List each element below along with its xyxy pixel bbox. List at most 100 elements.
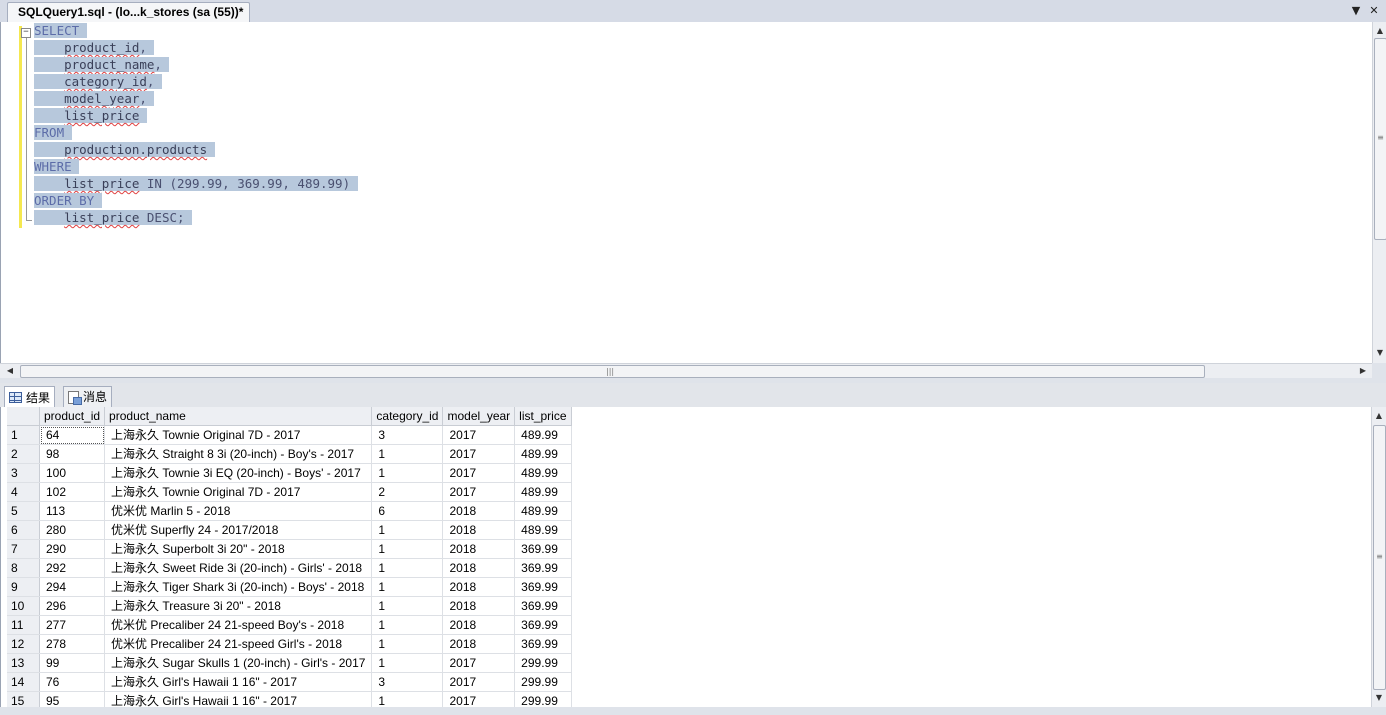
- results-grid[interactable]: product_id product_name category_id mode…: [0, 407, 1386, 715]
- row-number-cell[interactable]: 9: [7, 577, 40, 597]
- table-row[interactable]: 13 99 上海永久 Sugar Skulls 1 (20-inch) - Girl…: [7, 653, 573, 673]
- table-row[interactable]: 11 277 优米优 Precaliber 24 21-speed Boy's - …: [7, 615, 573, 635]
- category-id-cell[interactable]: 3: [371, 672, 444, 692]
- product-id-cell[interactable]: 278: [39, 634, 106, 654]
- category-id-cell[interactable]: 1: [371, 634, 444, 654]
- scrollbar-thumb[interactable]: ≡: [1374, 38, 1386, 240]
- category-id-cell[interactable]: 1: [371, 653, 444, 673]
- product-name-cell[interactable]: 上海永久 Superbolt 3i 20" - 2018: [104, 539, 373, 559]
- row-number-cell[interactable]: 6: [7, 520, 40, 540]
- scroll-up-icon[interactable]: ▲: [1372, 409, 1386, 423]
- table-row[interactable]: 14 76 上海永久 Girl's Hawaii 1 16" - 2017 3 2017…: [7, 672, 573, 692]
- product-name-cell[interactable]: 优米优 Precaliber 24 21-speed Girl's - 2018: [104, 634, 373, 654]
- column-header[interactable]: product_name: [104, 407, 373, 426]
- list-price-cell[interactable]: 489.99: [514, 425, 573, 445]
- category-id-cell[interactable]: 1: [371, 444, 444, 464]
- product-id-cell[interactable]: 98: [39, 444, 106, 464]
- code-line[interactable]: list_price: [34, 107, 358, 124]
- model-year-cell[interactable]: 2018: [442, 596, 516, 616]
- table-row[interactable]: 10 296 上海永久 Treasure 3i 20" - 2018 1 2018 369…: [7, 596, 573, 616]
- code-line[interactable]: list_price DESC;: [34, 209, 358, 226]
- code-line[interactable]: product_name,: [34, 56, 358, 73]
- table-row[interactable]: 9 294 上海永久 Tiger Shark 3i (20-inch) - Boys…: [7, 577, 573, 597]
- product-id-cell[interactable]: 113: [39, 501, 106, 521]
- tab-dropdown-icon[interactable]: ▼: [1348, 2, 1364, 20]
- scrollbar-thumb[interactable]: |||: [20, 365, 1205, 378]
- list-price-cell[interactable]: 489.99: [514, 444, 573, 464]
- category-id-cell[interactable]: 3: [371, 425, 444, 445]
- product-id-cell[interactable]: 290: [39, 539, 106, 559]
- table-row[interactable]: 6 280 优米优 Superfly 24 - 2017/2018 1 2018 489.…: [7, 520, 573, 540]
- table-row[interactable]: 5 113 优米优 Marlin 5 - 2018 6 2018 489.99: [7, 501, 573, 521]
- product-id-cell[interactable]: 296: [39, 596, 106, 616]
- tab-messages[interactable]: 消息: [63, 386, 113, 407]
- table-row[interactable]: 2 98 上海永久 Straight 8 3i (20-inch) - Boy's …: [7, 444, 573, 464]
- column-header[interactable]: product_id: [39, 407, 106, 426]
- product-id-cell[interactable]: 99: [39, 653, 106, 673]
- product-name-cell[interactable]: 上海永久 Girl's Hawaii 1 16" - 2017: [104, 672, 373, 692]
- row-number-cell[interactable]: 4: [7, 482, 40, 502]
- model-year-cell[interactable]: 2017: [442, 672, 516, 692]
- row-number-cell[interactable]: 10: [7, 596, 40, 616]
- row-number-cell[interactable]: 1: [7, 425, 40, 445]
- row-number-cell[interactable]: 8: [7, 558, 40, 578]
- product-name-cell[interactable]: 上海永久 Townie Original 7D - 2017: [104, 482, 373, 502]
- sql-editor[interactable]: − SELECT product_id, product_name, categ…: [0, 22, 1386, 363]
- model-year-cell[interactable]: 2018: [442, 501, 516, 521]
- table-row[interactable]: 7 290 上海永久 Superbolt 3i 20" - 2018 1 2018 369…: [7, 539, 573, 559]
- code-line[interactable]: SELECT: [34, 22, 358, 39]
- product-id-cell[interactable]: 102: [39, 482, 106, 502]
- list-price-cell[interactable]: 489.99: [514, 501, 573, 521]
- product-id-cell[interactable]: 277: [39, 615, 106, 635]
- code-line[interactable]: ORDER BY: [34, 192, 358, 209]
- model-year-cell[interactable]: 2018: [442, 615, 516, 635]
- row-number-cell[interactable]: 14: [7, 672, 40, 692]
- scrollbar-thumb[interactable]: ≡: [1373, 425, 1386, 690]
- product-name-cell[interactable]: 上海永久 Tiger Shark 3i (20-inch) - Boys' - …: [104, 577, 373, 597]
- list-price-cell[interactable]: 369.99: [514, 634, 573, 654]
- row-number-cell[interactable]: 12: [7, 634, 40, 654]
- list-price-cell[interactable]: 369.99: [514, 577, 573, 597]
- code-line[interactable]: production.products: [34, 141, 358, 158]
- collapse-toggle-icon[interactable]: −: [21, 28, 31, 38]
- product-name-cell[interactable]: 优米优 Precaliber 24 21-speed Boy's - 2018: [104, 615, 373, 635]
- editor-vertical-scrollbar[interactable]: ▲ ≡ ▼: [1372, 22, 1386, 363]
- code-text[interactable]: SELECT product_id, product_name, categor…: [34, 22, 358, 226]
- list-price-cell[interactable]: 489.99: [514, 463, 573, 483]
- tab-results[interactable]: 结果: [4, 386, 56, 408]
- list-price-cell[interactable]: 369.99: [514, 596, 573, 616]
- model-year-cell[interactable]: 2017: [442, 463, 516, 483]
- product-id-cell[interactable]: 280: [39, 520, 106, 540]
- category-id-cell[interactable]: 1: [371, 539, 444, 559]
- column-header[interactable]: model_year: [442, 407, 516, 426]
- column-header-corner[interactable]: [7, 407, 40, 426]
- category-id-cell[interactable]: 1: [371, 558, 444, 578]
- product-id-cell[interactable]: 76: [39, 672, 106, 692]
- product-name-cell[interactable]: 上海永久 Townie Original 7D - 2017: [104, 425, 373, 445]
- model-year-cell[interactable]: 2017: [442, 425, 516, 445]
- model-year-cell[interactable]: 2018: [442, 520, 516, 540]
- scroll-down-icon[interactable]: ▼: [1372, 691, 1386, 705]
- model-year-cell[interactable]: 2018: [442, 634, 516, 654]
- model-year-cell[interactable]: 2018: [442, 539, 516, 559]
- scroll-up-icon[interactable]: ▲: [1373, 24, 1386, 38]
- row-number-cell[interactable]: 3: [7, 463, 40, 483]
- row-number-cell[interactable]: 13: [7, 653, 40, 673]
- table-row[interactable]: 1 64 上海永久 Townie Original 7D - 2017 3 2017 48…: [7, 425, 573, 445]
- product-id-cell[interactable]: 292: [39, 558, 106, 578]
- product-name-cell[interactable]: 上海永久 Townie 3i EQ (20-inch) - Boys' - 20…: [104, 463, 373, 483]
- list-price-cell[interactable]: 369.99: [514, 539, 573, 559]
- code-line[interactable]: category_id,: [34, 73, 358, 90]
- list-price-cell[interactable]: 489.99: [514, 482, 573, 502]
- editor-horizontal-scrollbar[interactable]: ◀ ||| ▶: [0, 363, 1372, 378]
- row-number-cell[interactable]: 2: [7, 444, 40, 464]
- table-row[interactable]: 8 292 上海永久 Sweet Ride 3i (20-inch) - Girls…: [7, 558, 573, 578]
- scroll-down-icon[interactable]: ▼: [1373, 346, 1386, 360]
- list-price-cell[interactable]: 369.99: [514, 558, 573, 578]
- category-id-cell[interactable]: 2: [371, 482, 444, 502]
- product-id-cell[interactable]: 64: [39, 425, 106, 445]
- list-price-cell[interactable]: 299.99: [514, 672, 573, 692]
- model-year-cell[interactable]: 2017: [442, 653, 516, 673]
- list-price-cell[interactable]: 489.99: [514, 520, 573, 540]
- product-name-cell[interactable]: 优米优 Superfly 24 - 2017/2018: [104, 520, 373, 540]
